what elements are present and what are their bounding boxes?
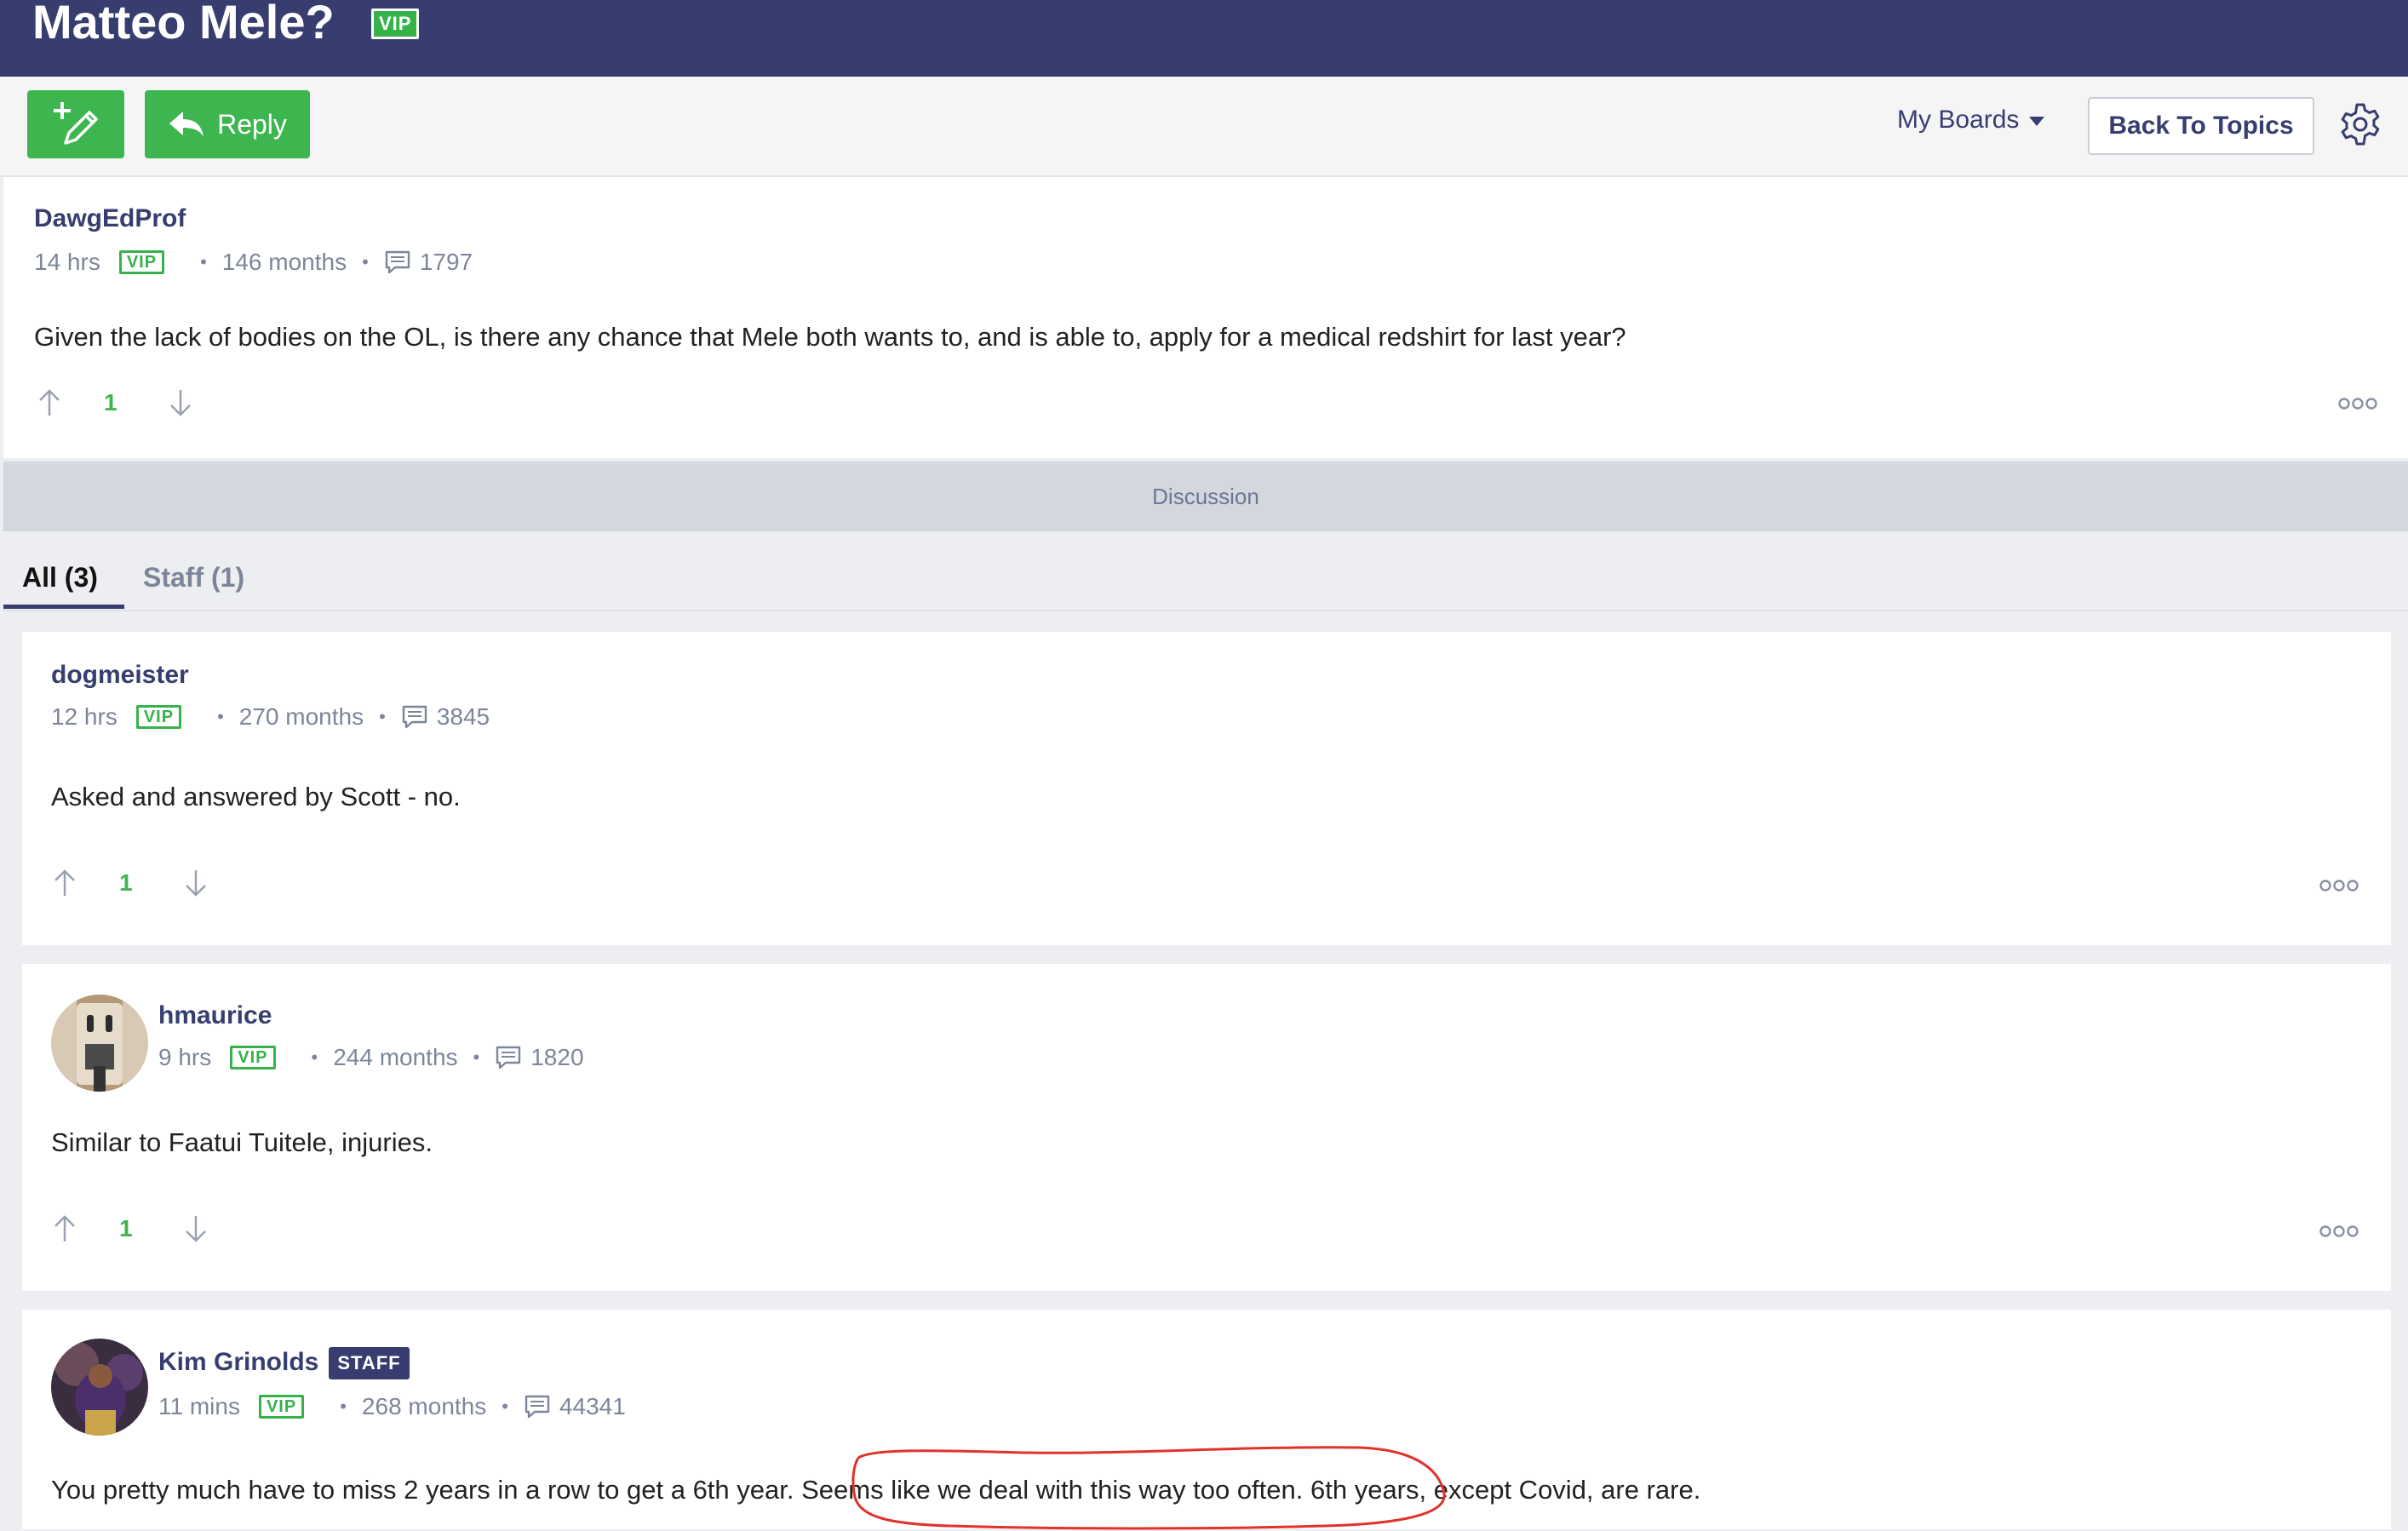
separator-dot: • (340, 1396, 347, 1417)
reply-author[interactable]: hmaurice (158, 1001, 272, 1030)
more-options-icon[interactable] (2319, 879, 2359, 892)
avatar[interactable] (51, 1339, 148, 1436)
new-post-button[interactable] (27, 90, 124, 158)
reply-filter-tabs: All (3) Staff (1) (3, 545, 2408, 611)
vote-controls: 1 (53, 869, 208, 897)
separator-dot: • (311, 1046, 318, 1068)
post-body: Given the lack of bodies on the OL, is t… (34, 322, 1626, 352)
post-count: 44341 (559, 1393, 626, 1419)
reply-button[interactable]: Reply (145, 90, 310, 158)
post-count: 3845 (436, 703, 490, 730)
comment-icon (525, 1395, 550, 1419)
reply-card: Kim Grinolds STAFF 11 mins VIP • 268 mont… (22, 1310, 2391, 1529)
downvote-arrow-icon[interactable] (184, 1214, 208, 1243)
upvote-arrow-icon[interactable] (37, 388, 61, 417)
reply-body: You pretty much have to miss 2 years in … (51, 1475, 1701, 1505)
chevron-down-icon (2029, 116, 2045, 126)
my-boards-label: My Boards (1897, 106, 2020, 134)
member-tenure: 146 months (221, 249, 347, 275)
reply-meta: 12 hrs VIP • 270 months • 3845 (51, 703, 490, 731)
separator-dot: • (200, 251, 207, 272)
separator-dot: • (379, 706, 386, 727)
avatar-image (51, 995, 148, 1092)
gear-icon[interactable] (2338, 102, 2382, 146)
discussion-divider: Discussion (3, 462, 2408, 531)
upvote-arrow-icon[interactable] (53, 1214, 77, 1243)
reply-author[interactable]: Kim Grinolds (158, 1348, 318, 1376)
member-tenure: 244 months (333, 1044, 458, 1070)
reply-time: 11 mins (158, 1393, 240, 1419)
vote-count: 1 (119, 869, 133, 896)
vote-controls: 1 (53, 1214, 208, 1243)
vote-count: 1 (104, 389, 118, 416)
reply-time: 12 hrs (51, 703, 118, 730)
reply-meta: 11 mins VIP • 268 months • 44341 (158, 1393, 626, 1420)
comment-icon (385, 250, 410, 274)
downvote-arrow-icon[interactable] (169, 388, 192, 417)
topic-title: Matteo Mele? (32, 0, 335, 49)
reply-time: 9 hrs (158, 1044, 212, 1070)
separator-dot: • (217, 706, 224, 727)
reply-author[interactable]: dogmeister (51, 661, 189, 690)
comment-icon (402, 705, 427, 729)
topic-toolbar: Reply My Boards Back To Topics (0, 77, 2408, 177)
vip-badge: VIP (230, 1046, 276, 1069)
vote-count: 1 (119, 1215, 133, 1241)
post-time: 14 hrs (34, 249, 100, 275)
downvote-arrow-icon[interactable] (184, 869, 208, 897)
vote-controls: 1 (37, 388, 192, 417)
post-count: 1820 (530, 1044, 584, 1070)
separator-dot: • (473, 1046, 480, 1068)
pencil-plus-icon (54, 102, 98, 145)
tab-all[interactable]: All (3) (22, 562, 98, 593)
reply-body: Asked and answered by Scott - no. (51, 782, 461, 811)
reply-card: dogmeister 12 hrs VIP • 270 months • 384… (22, 632, 2391, 945)
staff-badge: STAFF (329, 1347, 410, 1379)
avatar[interactable] (51, 995, 148, 1092)
vip-badge: VIP (135, 705, 182, 729)
post-count: 1797 (419, 249, 473, 275)
separator-dot: • (502, 1396, 508, 1417)
tab-staff[interactable]: Staff (1) (143, 562, 244, 593)
vip-badge: VIP (118, 250, 165, 274)
reply-body: Similar to Faatui Tuitele, injuries. (51, 1127, 433, 1157)
vip-badge: VIP (258, 1395, 305, 1419)
reply-meta: 9 hrs VIP • 244 months • 1820 (158, 1044, 584, 1071)
reply-author-row: Kim Grinolds STAFF (158, 1347, 410, 1379)
post-author[interactable]: DawgEdProf (34, 204, 186, 233)
separator-dot: • (362, 251, 369, 272)
original-post: DawgEdProf 14 hrs VIP • 146 months • 179… (3, 177, 2408, 458)
reply-card: hmaurice 9 hrs VIP • 244 months • 1820 S… (22, 964, 2391, 1291)
more-options-icon[interactable] (2338, 397, 2377, 410)
my-boards-dropdown[interactable]: My Boards (1897, 106, 2045, 135)
topic-header: Matteo Mele? VIP (0, 0, 2408, 77)
active-tab-indicator (3, 605, 124, 609)
back-to-topics-button[interactable]: Back To Topics (2088, 97, 2314, 155)
reply-label: Reply (217, 108, 287, 140)
member-tenure: 270 months (238, 703, 364, 730)
vip-badge: VIP (371, 9, 420, 39)
comment-icon (496, 1046, 521, 1069)
member-tenure: 268 months (361, 1393, 487, 1419)
avatar-image (51, 1339, 148, 1436)
reply-arrow-icon (169, 112, 204, 137)
post-meta: 14 hrs VIP • 146 months • 1797 (34, 249, 473, 276)
upvote-arrow-icon[interactable] (53, 869, 77, 897)
more-options-icon[interactable] (2319, 1224, 2359, 1238)
